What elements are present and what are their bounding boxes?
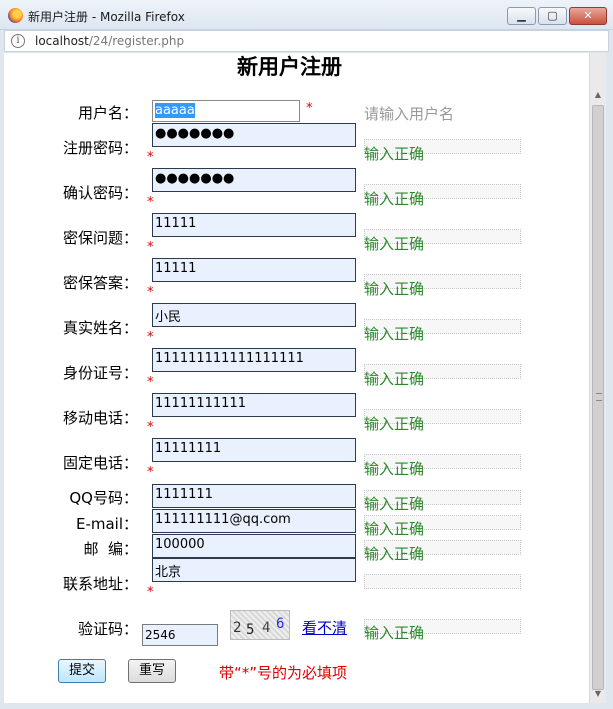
address-label: 联系地址： (62, 575, 138, 593)
security-question-input[interactable]: 11111 (152, 213, 356, 237)
address-required-star: * (147, 585, 154, 600)
qq-ok-text: 输入正确 (364, 495, 425, 513)
real-name-label: 真实姓名： (62, 319, 138, 337)
username-input[interactable]: aaaaa (152, 100, 300, 122)
confirm-password-label: 确认密码： (62, 184, 138, 202)
info-icon[interactable]: i (11, 34, 25, 48)
email-ok-text: 输入正确 (364, 520, 425, 538)
security-answer-ok-text: 输入正确 (364, 280, 425, 298)
security-answer-label: 密保答案： (62, 274, 138, 292)
maximize-button[interactable]: ▢ (538, 7, 567, 25)
qq-label: QQ号码： (69, 489, 138, 507)
url-host: localhost (35, 34, 89, 48)
url-path: /24/register.php (88, 34, 185, 48)
confirm-password-required-star: * (147, 195, 154, 210)
username-hint: 请输入用户名 (364, 105, 455, 123)
window-title: 新用户注册 - Mozilla Firefox (28, 10, 185, 24)
mobile-input[interactable]: 11111111111 (152, 393, 356, 417)
real-name-ok-text: 输入正确 (364, 325, 425, 343)
email-input[interactable]: 111111111@qq.com (152, 509, 356, 533)
captcha-digit: 2 (233, 620, 242, 636)
captcha-label: 验证码： (77, 620, 138, 638)
minimize-button[interactable]: ▁ (507, 7, 536, 25)
password-required-star: * (147, 150, 154, 165)
phone-label: 固定电话： (62, 454, 138, 472)
firefox-icon (8, 8, 23, 23)
id-number-required-star: * (147, 375, 154, 390)
confirm-password-input[interactable]: ●●●●●●● (152, 168, 356, 192)
security-question-label: 密保问题： (62, 229, 138, 247)
postcode-ok-text: 输入正确 (364, 545, 425, 563)
security-answer-input[interactable]: 11111 (152, 258, 356, 282)
window-titlebar: 新用户注册 - Mozilla Firefox ▁ ▢ ✕ (0, 0, 613, 30)
captcha-digit: 5 (246, 622, 255, 638)
confirm-password-ok-text: 输入正确 (364, 190, 425, 208)
phone-ok-text: 输入正确 (364, 460, 425, 478)
mobile-required-star: * (147, 420, 154, 435)
mobile-label: 移动电话： (62, 409, 138, 427)
postcode-label: 邮 编： (83, 540, 138, 558)
vertical-scrollbar[interactable]: ▲ ▼ (589, 53, 606, 703)
captcha-input[interactable]: 2546 (142, 624, 218, 646)
page-title: 新用户注册 (237, 55, 342, 79)
required-note: 带“*”号的为必填项 (219, 664, 348, 682)
captcha-image[interactable]: 2 5 4 6 (230, 610, 290, 640)
password-ok-text: 输入正确 (364, 145, 425, 163)
username-required-star: * (306, 101, 313, 116)
username-selected-text: aaaaa (155, 103, 195, 118)
reset-button[interactable]: 重写 (128, 659, 176, 683)
real-name-input[interactable]: 小民 (152, 303, 356, 327)
scrollbar-thumb[interactable] (592, 105, 604, 690)
username-label: 用户名： (77, 104, 138, 122)
url-text[interactable]: localhost/24/register.php (35, 34, 184, 48)
postcode-input[interactable]: 100000 (152, 534, 356, 558)
security-question-ok-text: 输入正确 (364, 235, 425, 253)
security-answer-required-star: * (147, 285, 154, 300)
address-hint-box (364, 574, 521, 589)
security-question-required-star: * (147, 240, 154, 255)
window-bottom-border (0, 703, 613, 709)
mobile-ok-text: 输入正确 (364, 415, 425, 433)
captcha-refresh-link[interactable]: 看不清 (302, 617, 347, 638)
password-label: 注册密码： (62, 139, 138, 157)
grip-icon (596, 393, 602, 401)
real-name-required-star: * (147, 330, 154, 345)
phone-required-star: * (147, 465, 154, 480)
id-number-input[interactable]: 111111111111111111 (152, 348, 356, 372)
address-input[interactable]: 北京 (152, 558, 356, 582)
phone-input[interactable]: 11111111 (152, 438, 356, 462)
captcha-digit: 4 (262, 620, 271, 636)
password-input[interactable]: ●●●●●●● (152, 123, 356, 147)
submit-button[interactable]: 提交 (58, 659, 106, 683)
email-label: E-mail： (75, 515, 138, 533)
scroll-up-icon[interactable]: ▲ (590, 87, 606, 103)
scroll-down-icon[interactable]: ▼ (590, 686, 606, 702)
captcha-ok-text: 输入正确 (364, 624, 425, 642)
captcha-digit: 6 (276, 616, 285, 632)
close-button[interactable]: ✕ (569, 7, 607, 25)
address-bar[interactable]: i localhost/24/register.php (4, 30, 609, 52)
id-number-label: 身份证号： (62, 364, 138, 382)
qq-input[interactable]: 1111111 (152, 484, 356, 508)
id-number-ok-text: 输入正确 (364, 370, 425, 388)
